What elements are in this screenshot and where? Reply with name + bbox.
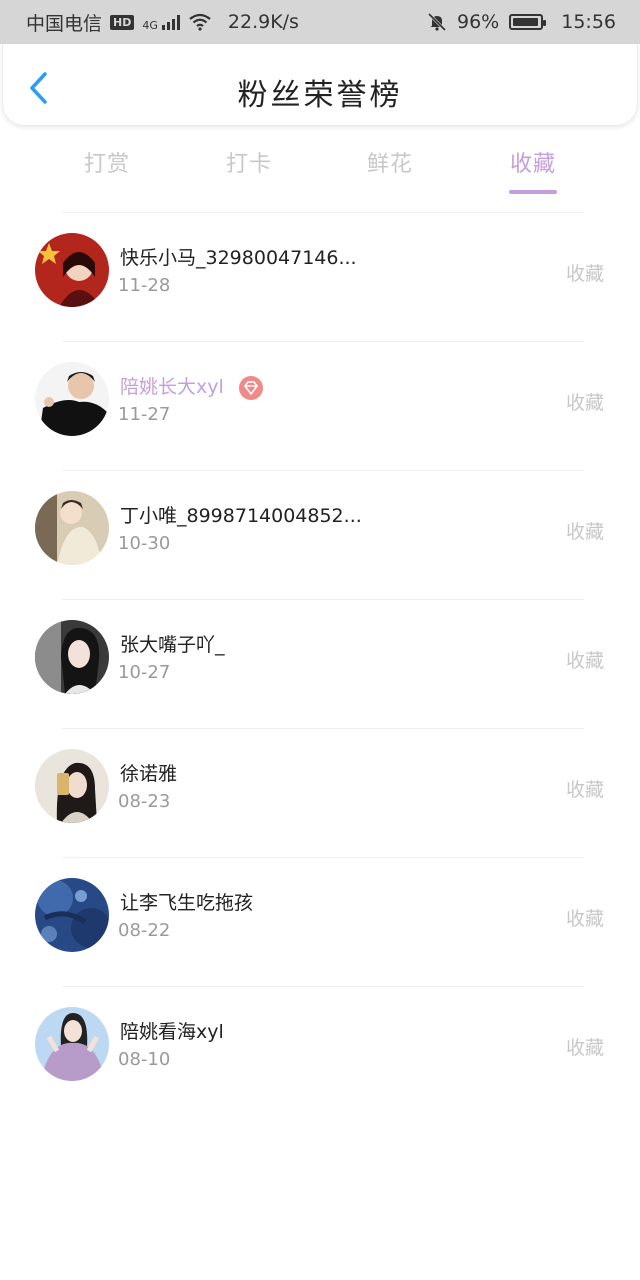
action-label: 收藏	[565, 1037, 604, 1059]
fan-name: 陪姚长大xyl	[120, 372, 264, 401]
fan-name: 快乐小马_32980047146...	[120, 247, 357, 269]
app-header: 粉丝荣誉榜	[2, 44, 638, 126]
tab-favorites[interactable]: 收藏	[483, 146, 583, 194]
avatar[interactable]	[35, 491, 109, 565]
list-item[interactable]: 徐诺雅 08-23 收藏	[35, 728, 604, 857]
wifi-icon	[189, 13, 211, 31]
action-label: 收藏	[565, 650, 604, 672]
avatar[interactable]	[35, 620, 109, 694]
fan-date: 08-23	[118, 791, 171, 812]
signal-icon	[161, 14, 180, 30]
action-label: 收藏	[565, 263, 604, 285]
battery-percent: 96%	[457, 11, 500, 33]
battery-icon	[509, 14, 547, 30]
fan-name-text: 陪姚长大xyl	[120, 376, 224, 398]
list-item[interactable]: 丁小唯_8998714004852... 10-30 收藏	[35, 470, 604, 599]
list-item[interactable]: 陪姚长大xyl 11-27 收藏	[35, 341, 604, 470]
tab-reward[interactable]: 打赏	[57, 146, 157, 178]
tab-bar: 打赏 打卡 鲜花 收藏	[0, 140, 640, 196]
tab-label: 鲜花	[366, 152, 413, 177]
list-item[interactable]: 陪姚看海xyl 08-10 收藏	[35, 986, 604, 1115]
page-title: 粉丝荣誉榜	[237, 78, 403, 113]
action-label: 收藏	[565, 521, 604, 543]
list-item[interactable]: 让李飞生吃拖孩 08-22 收藏	[35, 857, 604, 986]
tab-label: 打卡	[225, 152, 272, 177]
tab-label: 收藏	[509, 152, 556, 177]
fan-name: 让李飞生吃拖孩	[120, 892, 254, 914]
hd-badge: HD	[110, 14, 135, 30]
avatar[interactable]	[35, 233, 109, 307]
diamond-vip-icon	[238, 375, 263, 400]
fan-date: 11-27	[118, 404, 171, 425]
action-label: 收藏	[565, 908, 604, 930]
avatar[interactable]	[35, 1007, 109, 1081]
avatar[interactable]	[35, 362, 109, 436]
tab-label: 打赏	[83, 152, 130, 177]
fan-list: 快乐小马_32980047146... 11-28 收藏 陪姚长大xyl 11-…	[0, 212, 640, 1115]
tab-checkin[interactable]: 打卡	[199, 146, 299, 178]
fan-date: 08-22	[118, 920, 171, 941]
fan-name: 丁小唯_8998714004852...	[120, 505, 362, 527]
action-label: 收藏	[565, 392, 604, 414]
status-bar: 中国电信 HD 4G 22.9K/s 96% 15:56	[0, 0, 640, 44]
avatar[interactable]	[35, 749, 109, 823]
clock: 15:56	[561, 11, 616, 33]
list-item[interactable]: 快乐小马_32980047146... 11-28 收藏	[35, 212, 604, 341]
tab-flowers[interactable]: 鲜花	[340, 146, 440, 178]
active-tab-indicator	[509, 190, 557, 194]
network-type: 4G	[142, 18, 158, 32]
fan-date: 10-27	[118, 662, 171, 683]
avatar[interactable]	[35, 878, 109, 952]
fan-name: 张大嘴子吖_	[120, 634, 225, 656]
action-label: 收藏	[565, 779, 604, 801]
carrier-label: 中国电信	[26, 12, 103, 35]
fan-date: 11-28	[118, 275, 171, 296]
mute-bell-icon	[427, 12, 447, 32]
fan-date: 08-10	[118, 1049, 171, 1070]
fan-name: 陪姚看海xyl	[120, 1021, 224, 1043]
fan-name: 徐诺雅	[120, 763, 178, 785]
fan-date: 10-30	[118, 533, 171, 554]
network-speed: 22.9K/s	[227, 11, 299, 33]
list-item[interactable]: 张大嘴子吖_ 10-27 收藏	[35, 599, 604, 728]
